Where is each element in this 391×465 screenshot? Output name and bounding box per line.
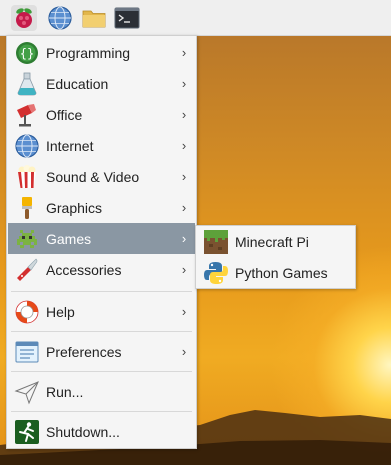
preferences-icon xyxy=(14,339,40,365)
terminal-icon xyxy=(114,7,140,29)
menu-item-sound-video[interactable]: Sound & Video › xyxy=(8,161,195,192)
menu-item-label: Preferences xyxy=(46,343,122,360)
web-browser-icon xyxy=(48,6,72,30)
menu-separator xyxy=(11,411,192,412)
submenu-arrow-icon: › xyxy=(181,138,187,153)
submenu-arrow-icon: › xyxy=(181,200,187,215)
submenu-item-python-games[interactable]: Python Games xyxy=(197,257,354,288)
submenu-arrow-icon: › xyxy=(181,107,187,122)
raspberry-pi-menu-icon xyxy=(16,8,32,28)
menu-item-label: Shutdown... xyxy=(46,423,120,440)
python-icon xyxy=(203,260,229,286)
games-submenu: Minecraft Pi Python Games xyxy=(195,225,356,289)
menu-item-accessories[interactable]: Accessories › xyxy=(8,254,195,285)
menu-item-help[interactable]: Help › xyxy=(8,296,195,327)
menu-item-internet[interactable]: Internet › xyxy=(8,130,195,161)
menu-item-label: Graphics xyxy=(46,199,103,216)
menu-item-label: Internet xyxy=(46,137,94,154)
menu-item-label: Programming xyxy=(46,44,131,61)
menu-item-education[interactable]: Education › xyxy=(8,68,195,99)
taskbar-panel xyxy=(0,0,391,36)
menu-item-label: Office xyxy=(46,106,83,123)
web-browser-button[interactable] xyxy=(47,5,73,31)
knife-icon xyxy=(14,257,40,283)
terminal-button[interactable] xyxy=(114,5,140,31)
submenu-arrow-icon: › xyxy=(181,344,187,359)
menu-item-office[interactable]: Office › xyxy=(8,99,195,130)
application-menu: {} Programming › Education › Office › In… xyxy=(6,35,197,449)
game-alien-icon xyxy=(14,226,40,252)
menu-item-label: Games xyxy=(46,230,92,247)
menu-separator xyxy=(11,291,192,292)
menu-item-run[interactable]: Run... xyxy=(8,376,195,407)
office-icon xyxy=(14,102,40,128)
menu-item-label: Education xyxy=(46,75,109,92)
popcorn-icon xyxy=(14,164,40,190)
file-manager-icon xyxy=(82,10,106,28)
file-manager-button[interactable] xyxy=(81,5,107,31)
submenu-arrow-icon: › xyxy=(181,231,187,246)
submenu-item-minecraft-pi[interactable]: Minecraft Pi xyxy=(197,226,354,257)
menu-item-games[interactable]: Games › xyxy=(8,223,195,254)
menu-item-label: Sound & Video xyxy=(46,168,140,185)
lifebuoy-icon xyxy=(14,299,40,325)
submenu-arrow-icon: › xyxy=(181,262,187,277)
minecraft-icon xyxy=(203,229,229,255)
shutdown-icon xyxy=(14,419,40,445)
submenu-arrow-icon: › xyxy=(181,76,187,91)
programming-icon: {} xyxy=(14,40,40,66)
menu-item-preferences[interactable]: Preferences › xyxy=(8,336,195,367)
globe-icon xyxy=(14,133,40,159)
submenu-arrow-icon: › xyxy=(181,169,187,184)
submenu-arrow-icon: › xyxy=(181,45,187,60)
submenu-item-label: Minecraft Pi xyxy=(235,233,309,250)
menu-item-shutdown[interactable]: Shutdown... xyxy=(8,416,195,447)
menu-item-programming[interactable]: {} Programming › xyxy=(8,37,195,68)
menu-item-label: Run... xyxy=(46,383,84,400)
paintbrush-icon xyxy=(14,195,40,221)
paper-plane-icon xyxy=(14,379,40,405)
submenu-item-label: Python Games xyxy=(235,264,328,281)
menu-separator xyxy=(11,331,192,332)
submenu-arrow-icon: › xyxy=(181,304,187,319)
menu-item-label: Accessories xyxy=(46,261,122,278)
svg-text:{}: {} xyxy=(20,46,34,60)
menu-item-label: Help xyxy=(46,303,75,320)
raspberry-pi-menu-button[interactable] xyxy=(11,5,37,31)
education-flask-icon xyxy=(14,71,40,97)
menu-item-graphics[interactable]: Graphics › xyxy=(8,192,195,223)
menu-separator xyxy=(11,371,192,372)
